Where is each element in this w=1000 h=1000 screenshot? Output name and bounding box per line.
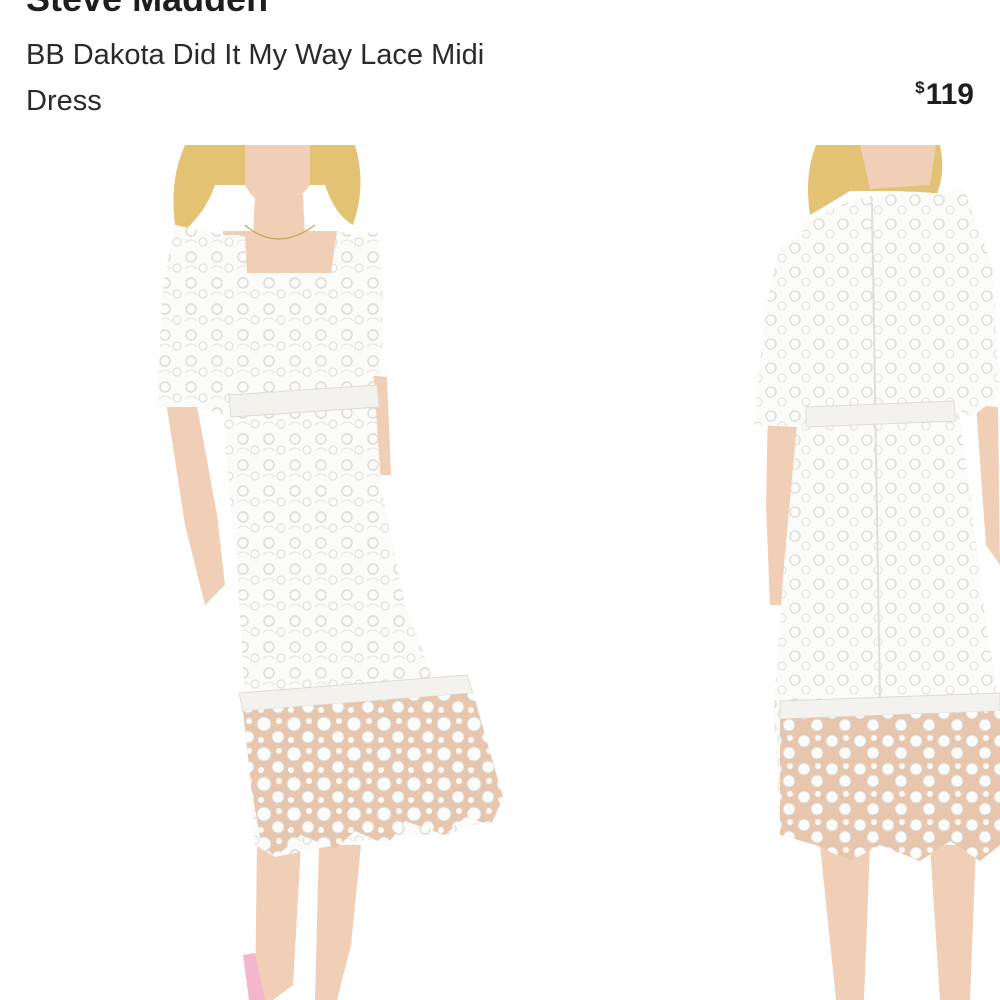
product-title[interactable]: BB Dakota Did It My Way Lace Midi Dress [26, 32, 546, 124]
product-image-back[interactable] [740, 145, 1000, 1000]
brand-name[interactable]: Steve Madden [26, 0, 268, 20]
price-amount: 119 [925, 78, 974, 111]
product-page: Steve Madden BB Dakota Did It My Way Lac… [0, 0, 1000, 1000]
dress-back-photo-icon [754, 145, 1000, 1000]
dress-front-photo-icon [157, 145, 503, 1000]
product-image-front[interactable] [105, 145, 535, 1000]
product-image-gallery[interactable] [0, 145, 1000, 1000]
product-price: $119 [915, 78, 974, 112]
price-currency: $ [915, 78, 925, 97]
product-header: Steve Madden BB Dakota Did It My Way Lac… [0, 0, 1000, 140]
